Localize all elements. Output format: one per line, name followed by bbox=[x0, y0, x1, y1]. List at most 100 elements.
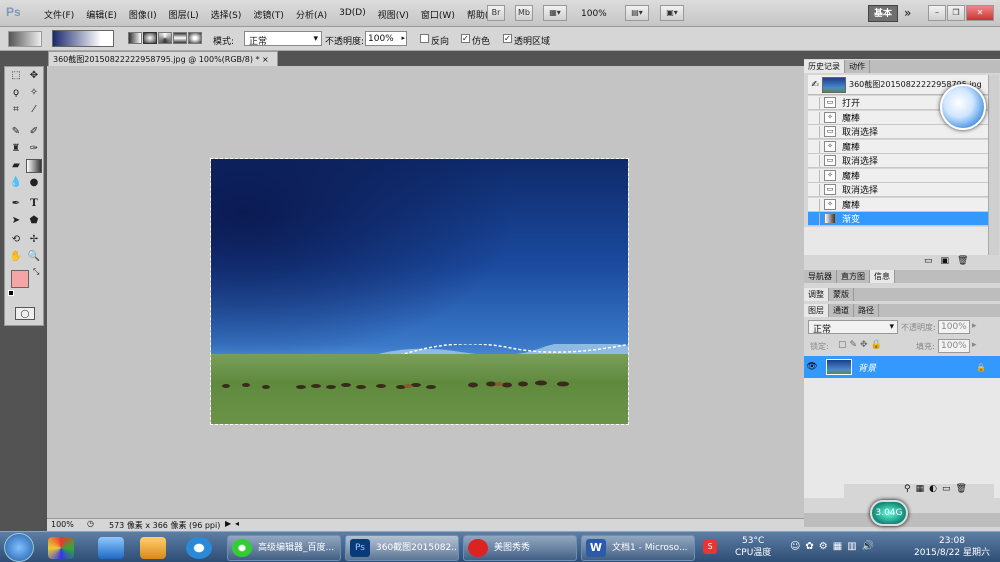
tab-paths[interactable]: 路径 bbox=[854, 304, 879, 317]
history-item[interactable]: ✧ 魔棒 bbox=[808, 140, 988, 154]
task-word[interactable]: W 文档1 - Microso... bbox=[581, 535, 695, 561]
crop-tool-icon[interactable]: ⌗ bbox=[8, 103, 24, 117]
blend-mode-select[interactable]: 正常 ▾ bbox=[808, 320, 898, 335]
3d-orbit-tool-icon[interactable]: ✢ bbox=[26, 233, 42, 247]
task-meitu[interactable]: 美图秀秀 bbox=[463, 535, 577, 561]
fill-input[interactable]: 100% bbox=[938, 339, 970, 353]
gradient-editor-swatch[interactable] bbox=[52, 30, 114, 47]
transparency-checkbox[interactable]: ✓ bbox=[503, 34, 512, 43]
layer-visibility-eye-icon[interactable]: 👁 bbox=[804, 362, 820, 372]
opacity-input[interactable]: 100% ▸ bbox=[365, 31, 407, 46]
lock-icons[interactable]: ▢✎✥🔒 bbox=[838, 340, 885, 350]
tab-layers[interactable]: 图层 bbox=[804, 304, 829, 317]
tab-adjustments[interactable]: 调整 bbox=[804, 288, 829, 301]
gradient-tool-icon[interactable] bbox=[26, 159, 42, 173]
tab-histogram[interactable]: 直方图 bbox=[837, 270, 870, 283]
dodge-tool-icon[interactable]: ● bbox=[26, 176, 42, 190]
lasso-tool-icon[interactable]: ϙ bbox=[8, 86, 24, 100]
layer-opacity-arrow-icon[interactable]: ▸ bbox=[972, 321, 977, 331]
zoom-level[interactable]: 100% bbox=[581, 9, 607, 19]
task-photoshop[interactable]: Ps 360截图2015082... bbox=[345, 535, 459, 561]
status-info-icon[interactable]: ◷ bbox=[87, 519, 94, 528]
move-tool-icon[interactable]: ✥ bbox=[26, 69, 42, 83]
menu-filter[interactable]: 滤镜(T) bbox=[247, 8, 290, 21]
reverse-checkbox[interactable] bbox=[420, 34, 429, 43]
pen-tool-icon[interactable]: ✒ bbox=[8, 197, 24, 211]
swap-colors-icon[interactable]: ⤡ bbox=[33, 267, 39, 277]
marquee-tool-icon[interactable]: ⬚ bbox=[8, 69, 24, 83]
history-scrollbar[interactable] bbox=[988, 75, 999, 255]
bridge-button[interactable]: Br bbox=[487, 5, 505, 21]
layer-row-background[interactable]: 👁 背景 🔒 bbox=[804, 356, 1000, 378]
menu-edit[interactable]: 编辑(E) bbox=[80, 8, 123, 21]
magic-wand-tool-icon[interactable]: ✧ bbox=[26, 86, 42, 100]
3d-rotate-tool-icon[interactable]: ⟲ bbox=[8, 233, 24, 247]
arrange-documents-button[interactable]: ▤▾ bbox=[625, 5, 649, 21]
menu-file[interactable]: 文件(F) bbox=[38, 8, 80, 21]
type-tool-icon[interactable]: T bbox=[26, 197, 42, 211]
close-tab-icon[interactable]: × bbox=[262, 55, 269, 64]
menu-3d[interactable]: 3D(D) bbox=[333, 8, 372, 21]
blur-tool-icon[interactable]: 💧 bbox=[8, 176, 24, 190]
close-button[interactable]: ✕ bbox=[966, 5, 994, 21]
path-selection-tool-icon[interactable]: ➤ bbox=[8, 214, 24, 228]
eraser-tool-icon[interactable]: ▰ bbox=[8, 159, 24, 173]
minimize-button[interactable]: – bbox=[928, 5, 946, 21]
menu-view[interactable]: 视图(V) bbox=[372, 8, 415, 21]
default-colors-icon[interactable] bbox=[8, 290, 14, 296]
minibridge-button[interactable]: Mb bbox=[515, 5, 533, 21]
reflected-gradient-icon[interactable] bbox=[173, 32, 187, 44]
restore-button[interactable]: ❐ bbox=[947, 5, 965, 21]
history-brush-tool-icon[interactable]: ✑ bbox=[26, 142, 42, 156]
fill-arrow-icon[interactable]: ▸ bbox=[972, 340, 977, 350]
history-item[interactable]: ▭ 取消选择 bbox=[808, 183, 988, 197]
pinned-bird-icon[interactable] bbox=[98, 537, 124, 559]
foreground-color-swatch[interactable] bbox=[11, 270, 29, 288]
healing-brush-tool-icon[interactable]: ✎ bbox=[8, 125, 24, 139]
history-item[interactable]: ✧ 魔棒 bbox=[808, 169, 988, 183]
layer-opacity-input[interactable]: 100% bbox=[938, 320, 970, 334]
zoom-tool-icon[interactable]: 🔍 bbox=[26, 250, 42, 264]
menu-layer[interactable]: 图层(L) bbox=[163, 8, 205, 21]
document-image[interactable] bbox=[210, 158, 629, 425]
memory-badge[interactable]: 3.04G bbox=[870, 500, 908, 526]
hand-tool-icon[interactable]: ✋ bbox=[8, 250, 24, 264]
radial-gradient-icon[interactable] bbox=[143, 32, 157, 44]
tool-preset-picker[interactable] bbox=[8, 31, 42, 47]
input-method-icon[interactable]: S bbox=[703, 540, 717, 554]
dither-checkbox[interactable]: ✓ bbox=[461, 34, 470, 43]
status-menu-arrow-icon[interactable]: ▶ bbox=[225, 519, 231, 528]
menu-analysis[interactable]: 分析(A) bbox=[290, 8, 333, 21]
tab-masks[interactable]: 蒙版 bbox=[829, 288, 854, 301]
task-browser[interactable]: 高级编辑器_百度... bbox=[227, 535, 341, 561]
start-button[interactable] bbox=[4, 533, 34, 562]
tab-history[interactable]: 历史记录 bbox=[804, 60, 845, 73]
document-tab[interactable]: 360截图20150822222958795.jpg @ 100%(RGB/8)… bbox=[48, 51, 278, 66]
snapshot-source-icon[interactable]: ✍ bbox=[808, 80, 822, 90]
menu-select[interactable]: 选择(S) bbox=[205, 8, 248, 21]
angle-gradient-icon[interactable] bbox=[158, 32, 172, 44]
menu-image[interactable]: 图像(I) bbox=[123, 8, 163, 21]
history-footer-icons[interactable]: ▭▣🗑 bbox=[924, 256, 976, 266]
history-item-selected[interactable]: 渐变 bbox=[808, 212, 988, 226]
brush-tool-icon[interactable]: ✐ bbox=[26, 125, 42, 139]
tray-icons[interactable]: ☺✿⚙▦▥🔊 bbox=[790, 541, 879, 552]
tab-navigator[interactable]: 导航器 bbox=[804, 270, 837, 283]
layers-footer-icons[interactable]: ⚲▦◐▭🗑 bbox=[844, 484, 994, 498]
history-item[interactable]: ✧ 魔棒 bbox=[808, 198, 988, 212]
view-extras-button[interactable]: ▦▾ bbox=[543, 5, 567, 21]
pinned-media-player-icon[interactable] bbox=[186, 537, 212, 559]
status-zoom[interactable]: 100% bbox=[51, 520, 74, 529]
more-workspaces-icon[interactable]: » bbox=[904, 6, 911, 20]
floating-bird-widget-icon[interactable] bbox=[940, 84, 986, 130]
pinned-app-icon[interactable] bbox=[48, 537, 74, 559]
mode-select[interactable]: 正常 ▾ bbox=[244, 31, 322, 47]
tab-info[interactable]: 信息 bbox=[870, 270, 895, 283]
clone-stamp-tool-icon[interactable]: ♜ bbox=[8, 142, 24, 156]
scroll-left-icon[interactable]: ◂ bbox=[235, 519, 239, 528]
clock[interactable]: 23:08 2015/8/22 星期六 bbox=[912, 535, 992, 559]
tab-actions[interactable]: 动作 bbox=[845, 60, 870, 73]
tab-channels[interactable]: 通道 bbox=[829, 304, 854, 317]
menu-window[interactable]: 窗口(W) bbox=[415, 8, 461, 21]
screen-mode-button[interactable]: ▣▾ bbox=[660, 5, 684, 21]
